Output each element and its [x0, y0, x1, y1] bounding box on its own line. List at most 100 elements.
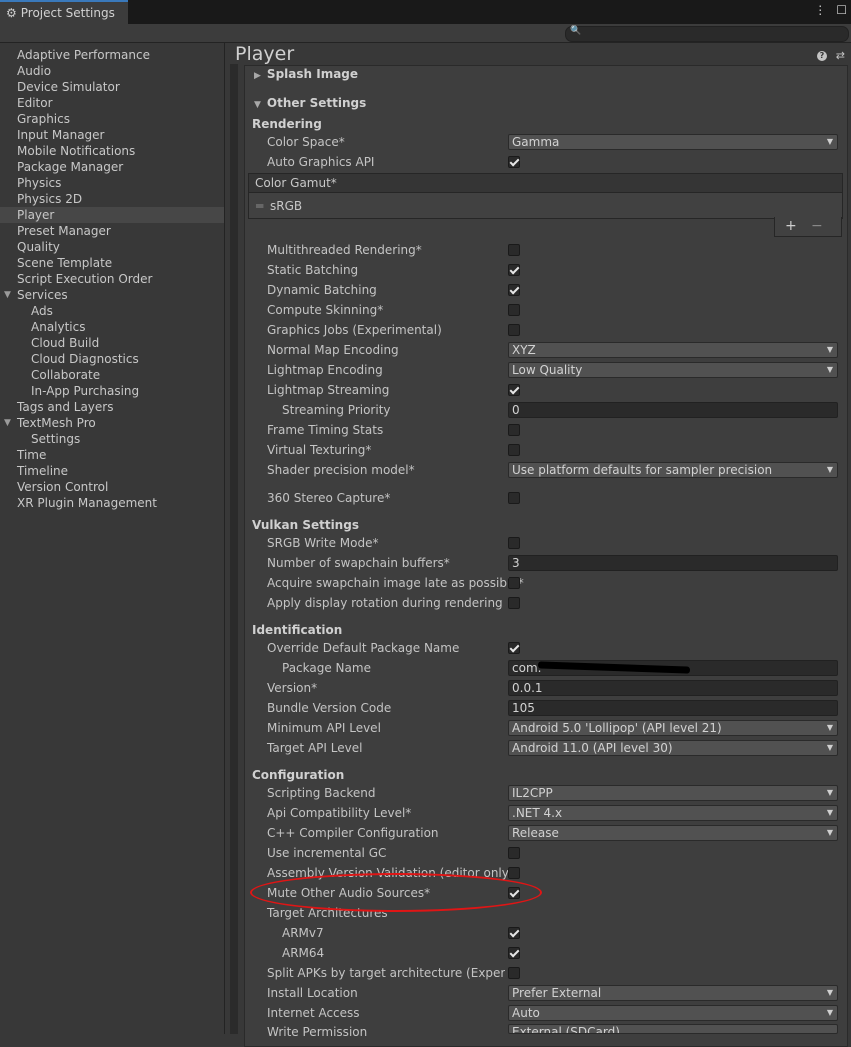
sidebar-item-label: Graphics: [17, 112, 70, 126]
sidebar-item[interactable]: Editor: [0, 95, 224, 111]
sidebar-item[interactable]: Timeline: [0, 463, 224, 479]
stereo-capture-checkbox[interactable]: [508, 492, 520, 504]
search-input[interactable]: 🔍: [565, 26, 849, 42]
sidebar-item[interactable]: Tags and Layers: [0, 399, 224, 415]
arm64-checkbox[interactable]: [508, 947, 520, 959]
lightmap-streaming-checkbox[interactable]: [508, 384, 520, 396]
apply-rotation-checkbox[interactable]: [508, 597, 520, 609]
splash-image-foldout[interactable]: ▶ Splash Image: [254, 65, 358, 83]
sidebar-item[interactable]: Audio: [0, 63, 224, 79]
min-api-dropdown[interactable]: Android 5.0 'Lollipop' (API level 21) ▼: [508, 720, 838, 736]
incremental-gc-checkbox[interactable]: [508, 847, 520, 859]
multithreaded-checkbox[interactable]: [508, 244, 520, 256]
scripting-backend-label: Scripting Backend: [267, 786, 376, 800]
graphics-jobs-label: Graphics Jobs (Experimental): [267, 323, 442, 337]
auto-graphics-api-label: Auto Graphics API: [267, 155, 375, 169]
sidebar-item[interactable]: Time: [0, 447, 224, 463]
dynamic-batching-checkbox[interactable]: [508, 284, 520, 296]
plus-icon[interactable]: +: [785, 218, 797, 234]
compute-skinning-label: Compute Skinning*: [267, 303, 384, 317]
version-field[interactable]: 0.0.1: [508, 680, 838, 696]
sidebar-item-label: TextMesh Pro: [17, 416, 96, 430]
sidebar-item[interactable]: In-App Purchasing: [0, 383, 224, 399]
multithreaded-label: Multithreaded Rendering*: [267, 243, 422, 257]
sidebar-item[interactable]: Cloud Build: [0, 335, 224, 351]
sidebar-item[interactable]: Preset Manager: [0, 223, 224, 239]
sidebar-item-label: Mobile Notifications: [17, 144, 136, 158]
frame-timing-label: Frame Timing Stats: [267, 423, 384, 437]
title-bar: ⚙ Project Settings ⋮ ☐: [0, 0, 851, 24]
acquire-late-label: Acquire swapchain image late as possible…: [267, 576, 524, 590]
sidebar-item[interactable]: Settings: [0, 431, 224, 447]
cpp-config-dropdown[interactable]: Release ▼: [508, 825, 838, 841]
bundle-code-field[interactable]: 105: [508, 700, 838, 716]
sidebar-item[interactable]: Quality: [0, 239, 224, 255]
help-icon[interactable]: ?: [817, 51, 827, 61]
sidebar-item[interactable]: Cloud Diagnostics: [0, 351, 224, 367]
srgb-write-checkbox[interactable]: [508, 537, 520, 549]
project-settings-tab[interactable]: ⚙ Project Settings: [0, 0, 128, 24]
api-compat-dropdown[interactable]: .NET 4.x ▼: [508, 805, 838, 821]
sidebar-item[interactable]: Physics: [0, 175, 224, 191]
normal-map-dropdown[interactable]: XYZ ▼: [508, 342, 838, 358]
auto-graphics-api-checkbox[interactable]: [508, 156, 520, 168]
scripting-backend-dropdown[interactable]: IL2CPP ▼: [508, 785, 838, 801]
shader-precision-dropdown[interactable]: Use platform defaults for sampler precis…: [508, 462, 838, 478]
install-location-dropdown[interactable]: Prefer External ▼: [508, 985, 838, 1001]
static-batching-checkbox[interactable]: [508, 264, 520, 276]
sidebar-item[interactable]: Physics 2D: [0, 191, 224, 207]
sidebar-item[interactable]: Input Manager: [0, 127, 224, 143]
presets-icon[interactable]: ⇄: [836, 49, 845, 62]
other-settings-foldout[interactable]: ▼ Other Settings: [254, 94, 366, 112]
sidebar-item-label: Audio: [17, 64, 52, 78]
scrollbar[interactable]: [230, 64, 238, 1034]
minus-icon[interactable]: −: [811, 218, 823, 234]
sidebar-item[interactable]: Scene Template: [0, 255, 224, 271]
acquire-late-checkbox[interactable]: [508, 577, 520, 589]
swapchain-field[interactable]: 3: [508, 555, 838, 571]
sidebar-item-label: Ads: [31, 304, 53, 318]
color-space-dropdown[interactable]: Gamma ▼: [508, 134, 838, 150]
list-item[interactable]: ═ sRGB: [249, 197, 842, 215]
dropdown-arrow-icon: ▼: [826, 345, 833, 354]
sidebar-item[interactable]: Package Manager: [0, 159, 224, 175]
override-package-checkbox[interactable]: [508, 642, 520, 654]
sidebar-item[interactable]: Version Control: [0, 479, 224, 495]
sidebar-item[interactable]: Device Simulator: [0, 79, 224, 95]
virtual-texturing-checkbox[interactable]: [508, 444, 520, 456]
armv7-checkbox[interactable]: [508, 927, 520, 939]
mute-audio-checkbox[interactable]: [508, 887, 520, 899]
compute-skinning-checkbox[interactable]: [508, 304, 520, 316]
maximize-icon[interactable]: ☐: [836, 3, 847, 17]
internet-access-dropdown[interactable]: Auto ▼: [508, 1005, 838, 1021]
sidebar-item[interactable]: Analytics: [0, 319, 224, 335]
sidebar-item[interactable]: Script Execution Order: [0, 271, 224, 287]
sidebar-item[interactable]: Collaborate: [0, 367, 224, 383]
sidebar-item[interactable]: Graphics: [0, 111, 224, 127]
split-apks-checkbox[interactable]: [508, 967, 520, 979]
write-permission-dropdown[interactable]: External (SDCard): [508, 1024, 838, 1034]
sidebar-item[interactable]: ▼ Services: [0, 287, 224, 303]
assembly-validation-label: Assembly Version Validation (editor only…: [267, 866, 514, 880]
drag-handle-icon[interactable]: ═: [256, 197, 263, 215]
sidebar-item[interactable]: Adaptive Performance: [0, 47, 224, 63]
graphics-jobs-checkbox[interactable]: [508, 324, 520, 336]
sidebar-item[interactable]: Mobile Notifications: [0, 143, 224, 159]
more-menu-icon[interactable]: ⋮: [814, 3, 826, 17]
chevron-down-icon[interactable]: ▼: [4, 415, 11, 431]
target-api-dropdown[interactable]: Android 11.0 (API level 30) ▼: [508, 740, 838, 756]
chevron-down-icon[interactable]: ▼: [4, 287, 11, 303]
streaming-priority-field[interactable]: 0: [508, 402, 838, 418]
write-permission-label: Write Permission: [267, 1025, 368, 1039]
lightmap-encoding-dropdown[interactable]: Low Quality ▼: [508, 362, 838, 378]
sidebar-item[interactable]: Player: [0, 207, 224, 223]
frame-timing-checkbox[interactable]: [508, 424, 520, 436]
sidebar-item[interactable]: ▼ TextMesh Pro: [0, 415, 224, 431]
sidebar-item-label: Editor: [17, 96, 53, 110]
install-location-label: Install Location: [267, 986, 358, 1000]
sidebar-item[interactable]: Ads: [0, 303, 224, 319]
arm64-label: ARM64: [282, 946, 325, 960]
assembly-validation-checkbox[interactable]: [508, 867, 520, 879]
sidebar-item[interactable]: XR Plugin Management: [0, 495, 224, 511]
sidebar-item-label: Collaborate: [31, 368, 101, 382]
